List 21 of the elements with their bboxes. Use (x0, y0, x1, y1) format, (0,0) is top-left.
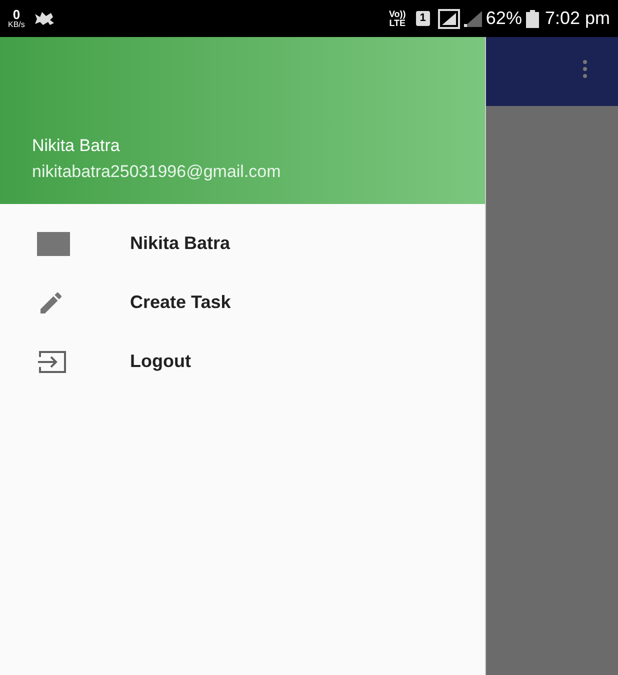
drawer-item[interactable]: Nikita Batra (0, 214, 485, 273)
square-icon (37, 232, 70, 256)
speed-unit: KB/s (8, 21, 25, 29)
lte-label: LTE (389, 18, 406, 28)
sim-badge: 1 (416, 11, 430, 26)
battery-icon (526, 10, 539, 28)
battery-percent: 62% (486, 7, 522, 30)
item-label: Logout (130, 350, 191, 373)
item-label: Create Task (130, 291, 231, 314)
volte-label: Vo)) (388, 10, 406, 18)
roaming-signal-icon (438, 8, 460, 28)
exit-icon (37, 348, 67, 374)
clock: 7:02 pm (544, 7, 610, 30)
item-label: Nikita Batra (130, 232, 230, 255)
more-icon[interactable] (582, 59, 588, 79)
drawer-item[interactable]: Logout (0, 332, 485, 391)
signal-icon (464, 10, 482, 26)
user-email: nikitabatra25031996@gmail.com (32, 160, 282, 182)
network-speed: 0 (12, 8, 20, 21)
user-name: Nikita Batra (32, 135, 121, 157)
drawer-item[interactable]: Create Task (0, 273, 485, 332)
